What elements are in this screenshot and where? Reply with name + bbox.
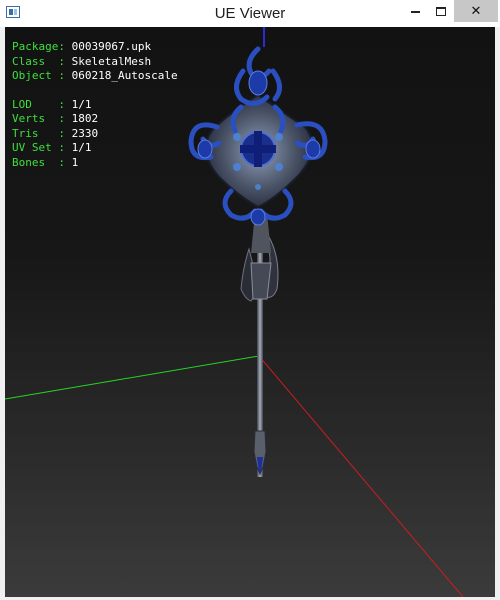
axis-x-line	[258, 355, 464, 597]
mesh-info-overlay: Package: 00039067.upk Class : SkeletalMe…	[12, 40, 178, 170]
stat-row-bones: Bones : 1	[12, 155, 79, 169]
mesh-center-cross	[240, 131, 276, 167]
3d-viewport[interactable]: Package: 00039067.upk Class : SkeletalMe…	[5, 27, 495, 597]
close-icon: ✕	[470, 3, 482, 18]
info-row-class: Class : SkeletalMesh	[12, 54, 152, 68]
ue-viewer-window: UE Viewer ✕ Package: 00039067.upk Class …	[0, 0, 500, 600]
maximize-button[interactable]	[428, 0, 454, 22]
stat-row-tris: Tris : 2330	[12, 126, 99, 140]
stat-row-lod: LOD : 1/1	[12, 97, 92, 111]
skeletal-mesh-model	[188, 46, 328, 477]
axis-y-line	[5, 355, 260, 400]
stat-row-verts: Verts : 1802	[12, 112, 99, 125]
info-row-object: Object : 060218_Autoscale	[12, 69, 178, 82]
minimize-button[interactable]	[402, 0, 428, 22]
close-button[interactable]: ✕	[454, 0, 498, 22]
title-bar[interactable]: UE Viewer ✕	[0, 0, 500, 28]
maximize-icon	[436, 7, 446, 17]
info-row-package: Package: 00039067.upk	[12, 40, 152, 53]
minimize-icon	[410, 10, 420, 13]
stat-row-uvset: UV Set : 1/1	[12, 141, 92, 154]
window-frame-right	[495, 27, 500, 600]
